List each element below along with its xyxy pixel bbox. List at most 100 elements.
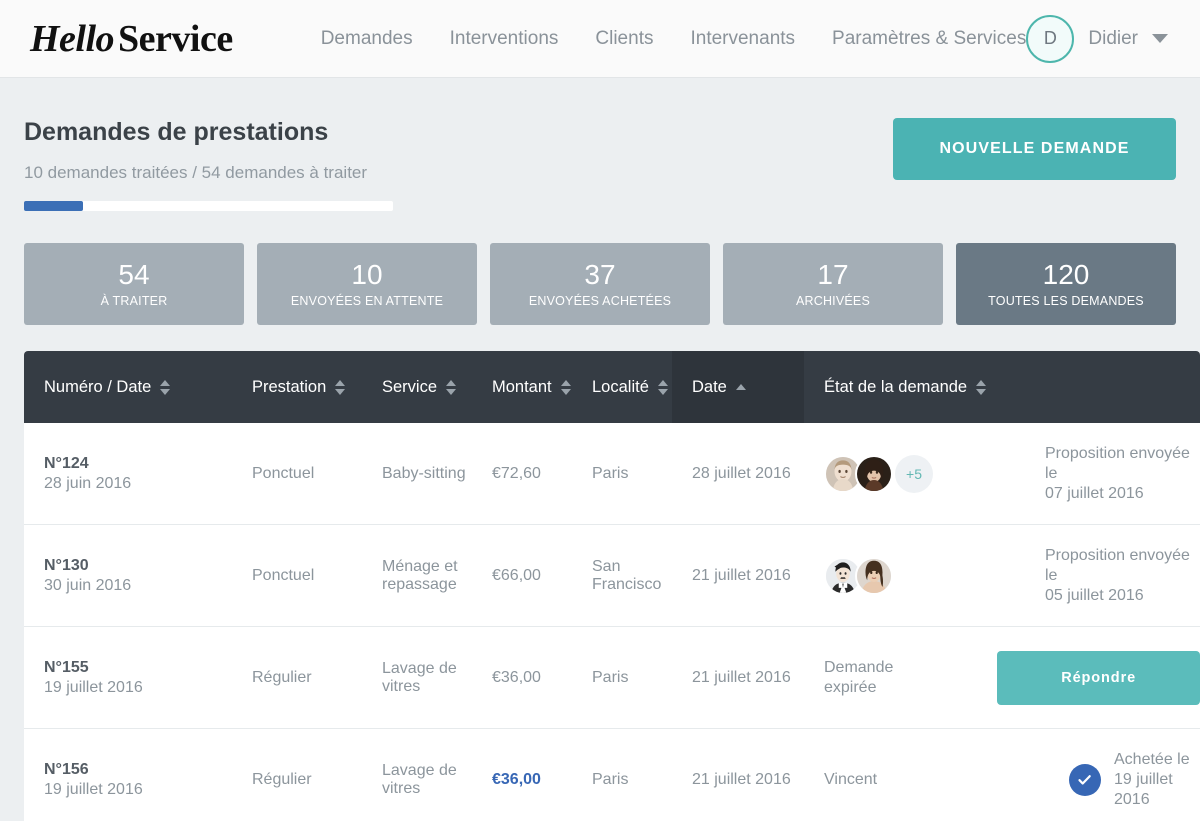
column-label: Prestation [252, 377, 327, 396]
stat-card-a-traiter[interactable]: 54 À TRAITER [24, 243, 244, 325]
cell-date: 21 juillet 2016 [692, 566, 791, 584]
cell-date: 28 juillet 2016 [692, 464, 791, 482]
stat-value: 120 [1042, 258, 1090, 290]
stat-card-toutes-les-demandes[interactable]: 120 TOUTES LES DEMANDES [956, 243, 1176, 325]
column-header-numero-date[interactable]: Numéro / Date [24, 351, 232, 423]
cell-prestation: Ponctuel [252, 464, 315, 482]
nav-item-clients[interactable]: Clients [595, 28, 653, 50]
column-label: Date [692, 377, 727, 396]
etat-line-1: Proposition envoyée le [1044, 444, 1190, 482]
cell-numero-date: N°124 28 juin 2016 [24, 454, 232, 494]
nav-item-intervenants[interactable]: Intervenants [690, 28, 795, 50]
cell-montant: €36,00 [492, 770, 541, 788]
cell-date: 21 juillet 2016 [692, 668, 791, 686]
stat-card-envoyees-en-attente[interactable]: 10 ENVOYÉES EN ATTENTE [257, 243, 477, 325]
column-header-service[interactable]: Service [362, 351, 472, 423]
sort-toggle-icon[interactable] [446, 379, 457, 395]
column-label: Service [382, 377, 438, 396]
primary-nav: Demandes Interventions Clients Intervena… [321, 28, 1027, 50]
app-logo[interactable]: Hello Service [30, 17, 233, 61]
cell-localite: Paris [592, 464, 629, 482]
request-created-date: 19 juillet 2016 [44, 780, 143, 798]
assignee-avatar-group[interactable] [824, 556, 1029, 595]
respond-button[interactable]: Répondre [997, 650, 1200, 705]
cell-prestation: Ponctuel [252, 566, 315, 584]
cell-localite: Paris [592, 668, 629, 686]
cell-prestation: Régulier [252, 770, 312, 788]
table-row[interactable]: N°124 28 juin 2016 Ponctuel Baby-sitting… [24, 423, 1200, 525]
stat-label: ARCHIVÉES [795, 294, 871, 309]
column-header-date[interactable]: Date [672, 351, 804, 423]
column-header-prestation[interactable]: Prestation [232, 351, 362, 423]
stats-cards: 54 À TRAITER 10 ENVOYÉES EN ATTENTE 37 E… [24, 243, 1176, 325]
etat-line-1: Achetée le [1114, 750, 1190, 768]
cell-service: Lavage de vitres [382, 659, 457, 695]
request-number: N°155 [44, 658, 89, 676]
table-row[interactable]: N°156 19 juillet 2016 Régulier Lavage de… [24, 729, 1200, 821]
avatar[interactable]: D [1026, 14, 1075, 63]
assignee-avatar-group[interactable]: +5 [824, 454, 1029, 493]
cell-localite: San Francisco [592, 557, 662, 593]
request-created-date: 28 juin 2016 [44, 474, 132, 492]
cell-localite: Paris [592, 770, 629, 788]
progress-bar-fill [24, 201, 84, 211]
stat-value: 37 [584, 258, 616, 290]
column-header-montant[interactable]: Montant [472, 351, 572, 423]
request-created-date: 19 juillet 2016 [44, 678, 143, 696]
nav-item-demandes[interactable]: Demandes [321, 28, 413, 50]
account-menu[interactable]: D Didier [1026, 14, 1176, 63]
table-row[interactable]: N°155 19 juillet 2016 Régulier Lavage de… [24, 627, 1200, 729]
cell-numero-date: N°156 19 juillet 2016 [24, 760, 232, 800]
table-header-row: Numéro / Date Prestation Service Montant… [24, 351, 1200, 423]
etat-line-2: 05 juillet 2016 [1044, 586, 1144, 604]
sort-toggle-icon[interactable] [160, 379, 171, 395]
sort-toggle-icon[interactable] [560, 379, 571, 395]
chevron-down-icon[interactable] [1152, 34, 1168, 43]
nav-item-parametres-services[interactable]: Paramètres & Services [832, 28, 1026, 50]
avatar-initial: D [1043, 28, 1057, 48]
table-row[interactable]: N°130 30 juin 2016 Ponctuel Ménage et re… [24, 525, 1200, 627]
stat-label: ENVOYÉES EN ATTENTE [290, 294, 444, 309]
column-label: Numéro / Date [44, 377, 152, 396]
request-created-date: 30 juin 2016 [44, 576, 132, 594]
cell-etat: Demande expirée Répondre [804, 650, 1200, 705]
stat-value: 54 [118, 258, 150, 290]
sort-toggle-icon[interactable] [976, 379, 987, 395]
cell-etat: Vincent Achetée le 19 juillet 2016 [804, 750, 1200, 810]
avatar-woman-photo-icon[interactable] [855, 556, 893, 595]
etat-line-2: 07 juillet 2016 [1044, 484, 1144, 502]
cell-etat: +5 Proposition envoyée le 07 juillet 201… [804, 444, 1200, 504]
sort-toggle-icon[interactable] [335, 379, 346, 395]
cell-service: Baby-sitting [382, 464, 466, 482]
avatar-overflow-count[interactable]: +5 [895, 454, 933, 493]
avatar-woman-dark-icon[interactable] [855, 454, 893, 493]
stat-label: TOUTES LES DEMANDES [988, 294, 1144, 309]
page-content: Demandes de prestations 10 demandes trai… [0, 78, 1200, 821]
page-subtitle: 10 demandes traitées / 54 demandes à tra… [24, 163, 368, 182]
cell-montant: €66,00 [492, 566, 541, 584]
assignee-name-link[interactable]: Vincent [824, 770, 1019, 790]
check-circle-icon [1069, 763, 1101, 796]
stat-card-envoyees-achetees[interactable]: 37 ENVOYÉES ACHETÉES [490, 243, 710, 325]
top-navigation-bar: Hello Service Demandes Interventions Clie… [0, 0, 1200, 78]
sort-ascending-icon[interactable] [735, 384, 746, 390]
cell-service: Ménage et repassage [382, 557, 458, 593]
cell-service: Lavage de vitres [382, 761, 457, 797]
nav-item-interventions[interactable]: Interventions [450, 28, 559, 50]
request-number: N°156 [44, 760, 89, 778]
stat-label: ENVOYÉES ACHETÉES [528, 294, 672, 309]
progress-bar [24, 201, 393, 211]
page-header: Demandes de prestations 10 demandes trai… [24, 78, 1176, 211]
cell-prestation: Régulier [252, 668, 312, 686]
etat-line-2: 19 juillet 2016 [1114, 770, 1173, 808]
cell-montant: €36,00 [492, 668, 541, 686]
requests-table: Numéro / Date Prestation Service Montant… [24, 351, 1200, 821]
sort-toggle-icon[interactable] [657, 379, 668, 395]
new-request-button[interactable]: NOUVELLE DEMANDE [893, 118, 1176, 180]
column-header-etat-de-la-demande[interactable]: État de la demande [804, 351, 1200, 423]
column-header-localite[interactable]: Localité [572, 351, 672, 423]
column-label: Localité [592, 377, 649, 396]
stat-label: À TRAITER [100, 294, 168, 309]
stat-card-archivees[interactable]: 17 ARCHIVÉES [723, 243, 943, 325]
cell-numero-date: N°155 19 juillet 2016 [24, 658, 232, 698]
